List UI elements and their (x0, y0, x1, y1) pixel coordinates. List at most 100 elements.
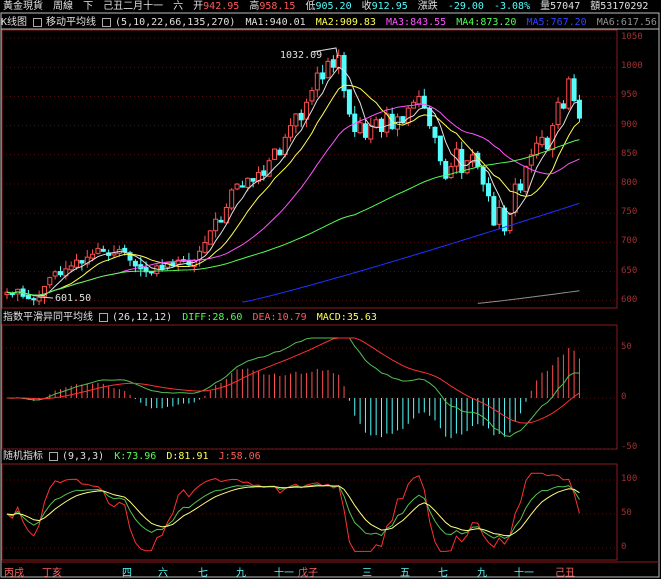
ma1-line (6, 66, 580, 297)
candle-up (234, 183, 240, 190)
indicator-name[interactable]: 移动平均线 (46, 17, 96, 28)
candle-down (277, 149, 283, 156)
candle-up (550, 125, 556, 151)
date-label: 五 (400, 568, 410, 579)
candle-down (432, 126, 438, 138)
candle-up (223, 206, 229, 224)
candle-down (100, 248, 106, 252)
candle-down (159, 264, 165, 270)
panel-name: K线图 (1, 17, 28, 28)
low-value: 905.20 (315, 1, 352, 12)
panel-frame (1, 463, 618, 561)
ma4-value: MA4:873.20 (456, 17, 517, 28)
window-border (0, 12, 660, 578)
date-label: 六 (158, 568, 168, 579)
ma3-value: MA3:843.55 (385, 17, 447, 28)
candle-up (95, 247, 101, 254)
candle-down (486, 183, 491, 197)
axis-tick-label: -50 (621, 442, 638, 452)
candle-up (68, 265, 74, 271)
change-value: -29.00 (447, 1, 484, 12)
candle-up (512, 183, 518, 213)
candle-down (239, 185, 245, 188)
j-value: J:58.06 (218, 451, 261, 462)
stock-chart-window: 黃金現貨 周線 下 己丑二月十一 六 开942.95 高958.15 低905.… (0, 0, 661, 579)
candle-up (464, 160, 470, 174)
candle-up (314, 72, 320, 91)
axis-tick-label: 100 (621, 474, 638, 484)
candle-up (52, 271, 58, 277)
kdj-legend: 随机指标 (9,3,3) K:73.96 D:81.91 J:58.06 (3, 451, 265, 463)
candle-up (90, 253, 96, 259)
axis-tick-label: 700 (621, 236, 638, 247)
axis-tick-label: 1050 (621, 32, 643, 42)
candle-down (132, 260, 138, 267)
date-label: 三 (362, 568, 372, 579)
candle-down (346, 89, 352, 115)
macd-legend: 指数平滑异同平均线 (26,12,12) DIFF:28.60 DEA:10.79… (3, 312, 381, 324)
k-value: K:73.96 (114, 451, 157, 462)
candle-down (491, 196, 497, 226)
candle-down (9, 293, 15, 296)
candle-up (47, 277, 53, 286)
kdj-params: (9,3,3) (62, 451, 105, 462)
axis-tick-label: 900 (621, 119, 638, 130)
d-value: D:81.91 (166, 451, 209, 462)
candle-down (261, 170, 267, 176)
change-pct: -3.08% (493, 1, 531, 12)
collapse-icon[interactable] (33, 17, 43, 27)
amount-label: 額 (590, 1, 601, 12)
candle-up (555, 101, 561, 126)
candle-up (272, 148, 277, 160)
candle-down (421, 95, 427, 109)
candle-down (560, 103, 566, 109)
ma6-line (477, 290, 580, 304)
amount-value: 53170292 (600, 1, 649, 12)
date-label: 四 (122, 568, 132, 579)
candle-up (373, 119, 379, 128)
candle-down (122, 247, 128, 253)
candle-down (480, 166, 486, 185)
chart-canvas[interactable] (0, 0, 661, 579)
ma2-value: MA2:909.83 (315, 17, 376, 28)
direction: 下 (83, 1, 94, 12)
period[interactable]: 周線 (53, 1, 73, 12)
candle-up (309, 90, 315, 102)
collapse-icon[interactable] (102, 17, 112, 27)
candle-down (148, 271, 154, 274)
weekday: 六 (173, 1, 184, 12)
kdj-name[interactable]: 随机指标 (3, 451, 43, 462)
candle-up (325, 60, 331, 79)
collapse-icon[interactable] (49, 451, 58, 461)
low-label: 低 (305, 1, 316, 12)
low-annotation: 601.50 (55, 293, 92, 304)
candle-down (31, 298, 37, 301)
candle-down (58, 271, 63, 276)
candle-up (288, 125, 294, 138)
date-label: 九 (477, 568, 487, 579)
axis-tick-label: 50 (621, 508, 632, 518)
macd-params: (26,12,12) (112, 312, 173, 323)
axis-tick-label: 800 (621, 178, 638, 188)
date-label: 丙戌 (4, 568, 24, 579)
axis-tick-label: 0 (621, 392, 627, 402)
candle-down (379, 118, 384, 133)
macd-value: MACD:35.63 (316, 312, 377, 323)
collapse-icon[interactable] (99, 312, 108, 322)
d-line (6, 485, 580, 537)
axis-tick-label: 650 (621, 265, 638, 276)
close-label: 收 (361, 1, 372, 12)
candle-down (437, 135, 443, 162)
candle-up (496, 206, 502, 225)
macd-name[interactable]: 指数平滑异同平均线 (3, 312, 93, 323)
date-label: 戊子 (298, 568, 318, 579)
date-label: 十一 (274, 568, 294, 579)
date-label: 七 (438, 568, 448, 579)
candle-up (111, 252, 117, 256)
axis-tick-label: 850 (621, 148, 638, 159)
candle-up (293, 113, 299, 127)
axis-tick-label: 750 (621, 207, 638, 218)
candle-up (336, 55, 342, 69)
candle-down (320, 72, 326, 80)
high-annotation: 1032.09 (280, 50, 323, 61)
